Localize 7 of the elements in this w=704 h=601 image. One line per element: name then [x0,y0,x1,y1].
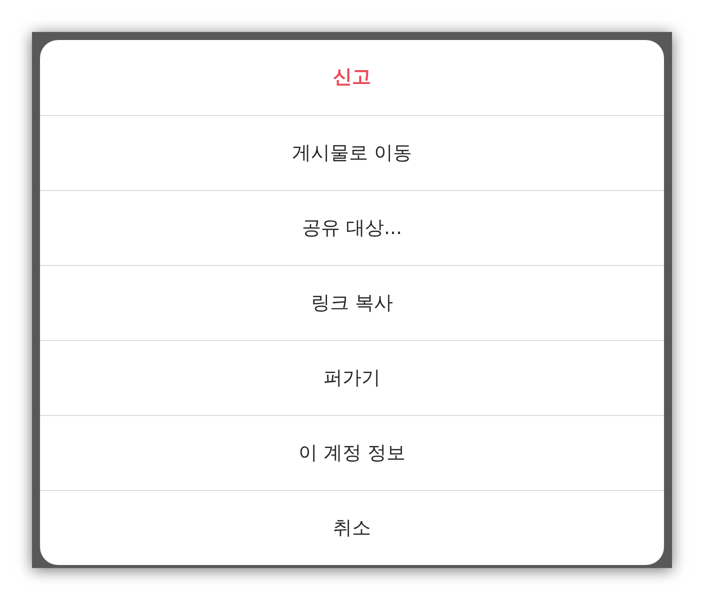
menu-option[interactable]: 링크 복사 [40,265,664,340]
menu-option[interactable]: 신고 [40,40,664,115]
menu-option[interactable]: 게시물로 이동 [40,115,664,190]
menu-option[interactable]: 취소 [40,490,664,565]
menu-option[interactable]: 이 계정 정보 [40,415,664,490]
menu-option[interactable]: 퍼가기 [40,340,664,415]
menu-option[interactable]: 공유 대상... [40,190,664,265]
